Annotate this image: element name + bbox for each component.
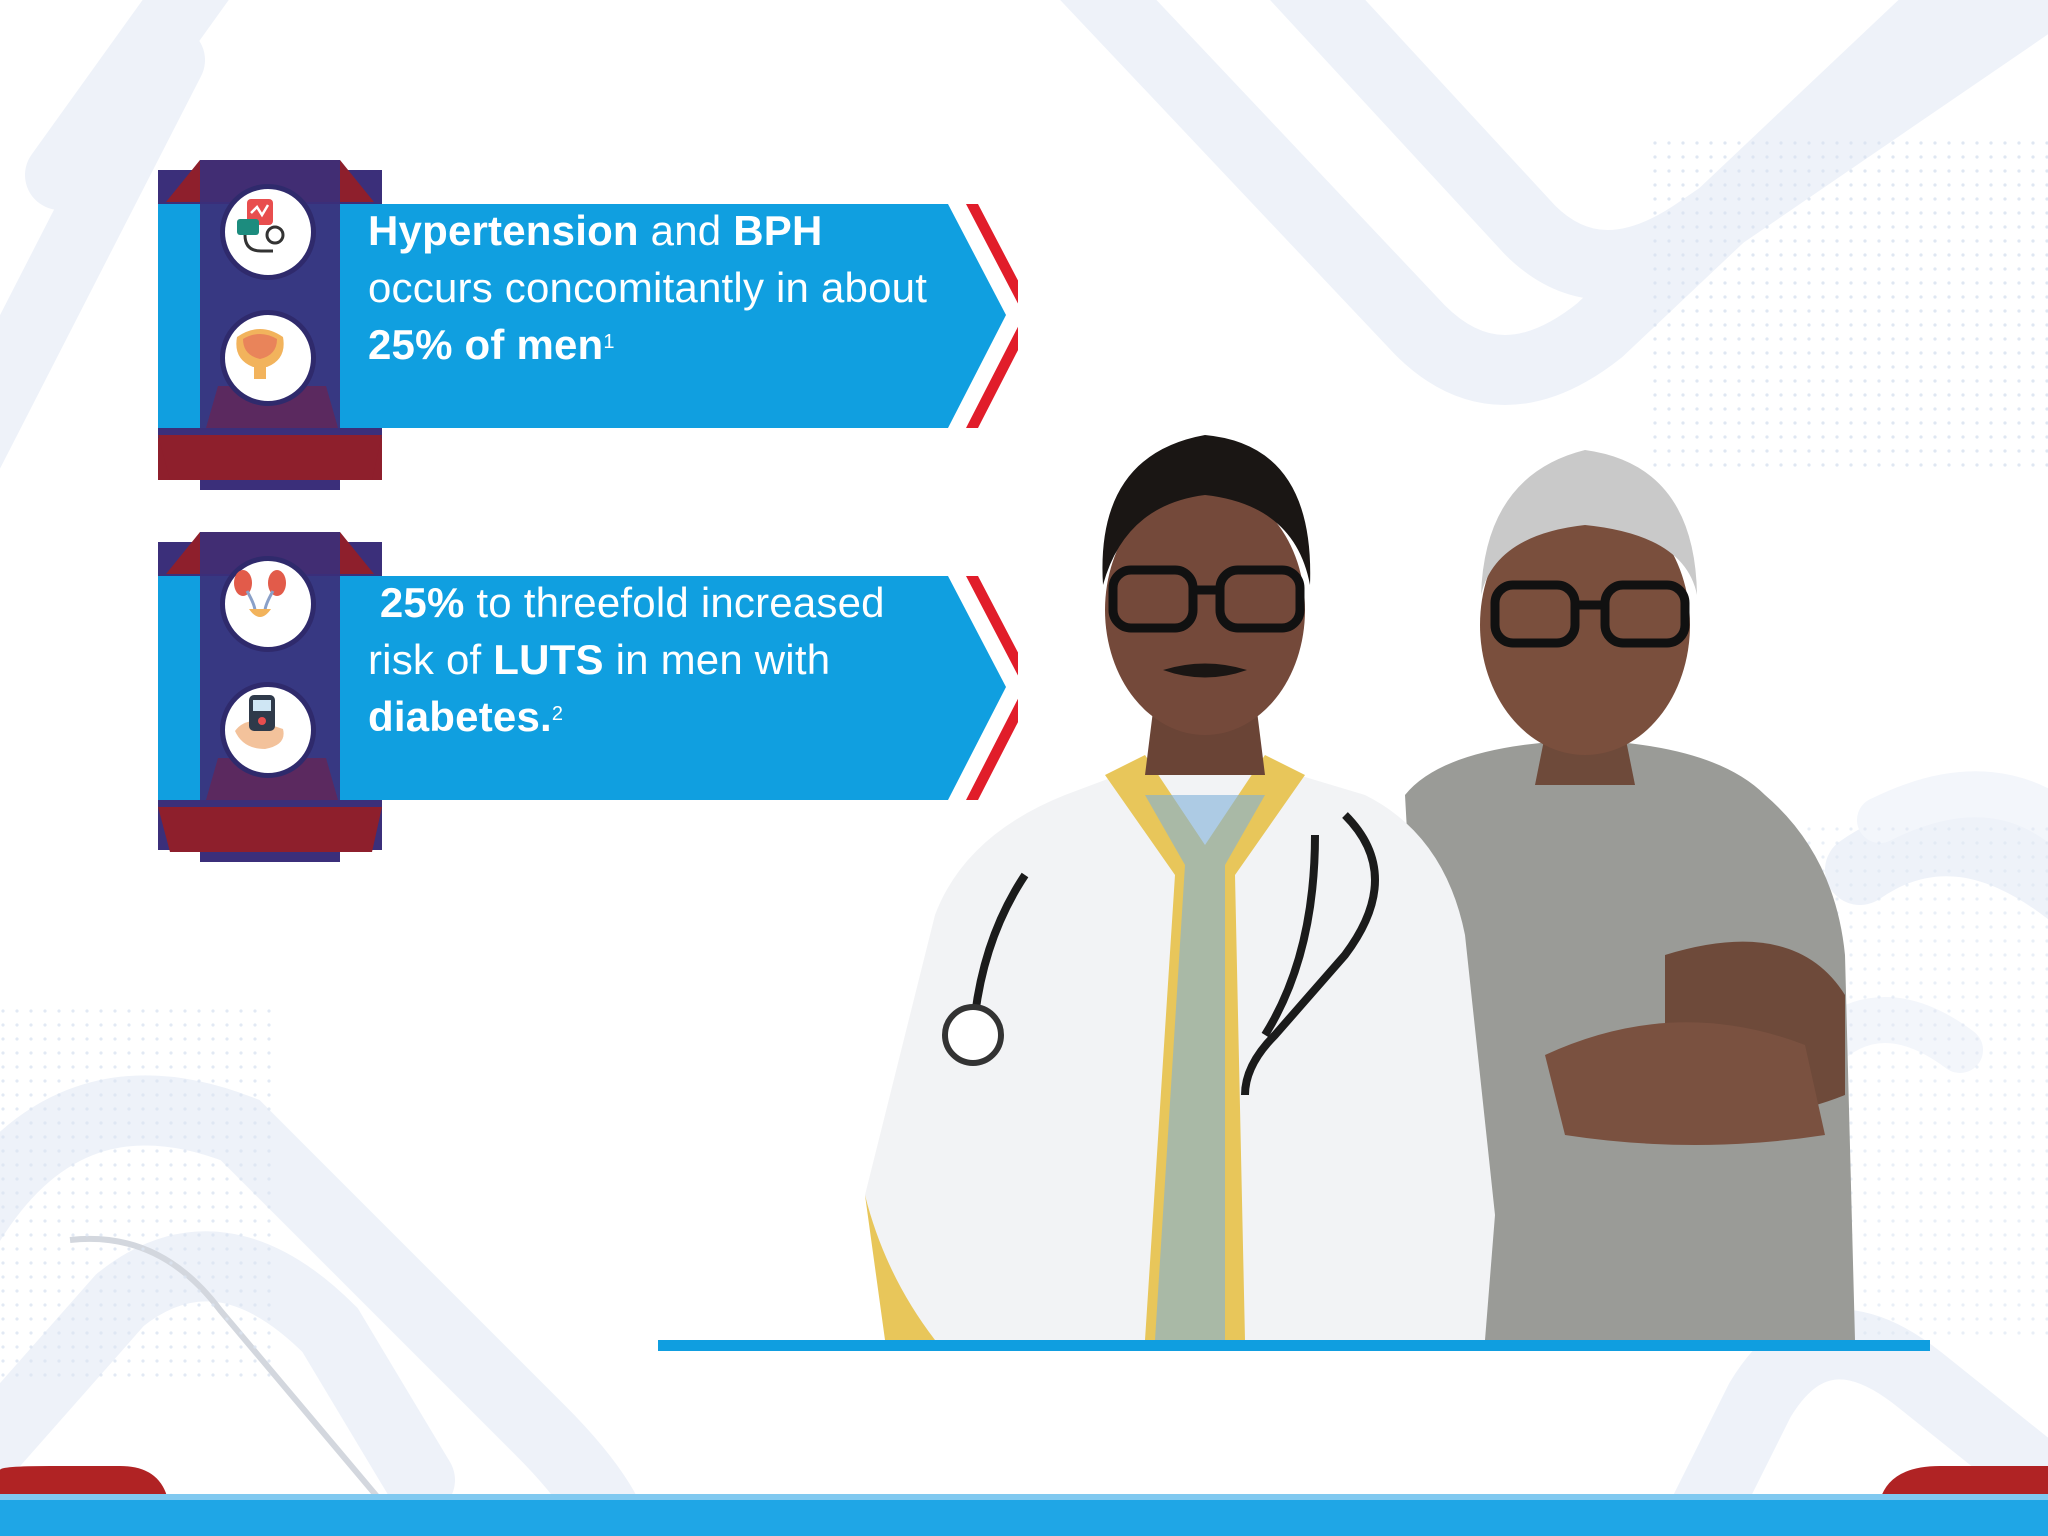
stat-text-part: BPH [733, 207, 823, 254]
stat-text-hypertension: Hypertension and BPH occurs concomitantl… [368, 202, 928, 373]
stat-text-part: in men with [603, 636, 831, 683]
photo-baseline-bar [658, 1340, 1930, 1351]
blood-pressure-icon [220, 184, 316, 280]
stat-text-part: 25% of men [368, 321, 604, 368]
footnote-marker: 2 [551, 703, 564, 725]
stat-text-part: occurs concomitantly in about [368, 264, 928, 311]
stat-text-part: Hypertension [368, 207, 639, 254]
stat-text-part: and [638, 207, 734, 254]
kidneys-urinary-icon [220, 556, 316, 652]
prostate-bladder-icon [220, 310, 316, 406]
stat-banner-hypertension: Hypertension and BPH occurs concomitantl… [158, 160, 1018, 490]
stat-text-part: 25% [368, 579, 465, 626]
doctor-figure [865, 435, 1495, 1340]
footnote-marker: 1 [603, 331, 615, 353]
stat-text-part: diabetes. [368, 693, 552, 740]
glucometer-icon [220, 682, 316, 778]
stat-text-part: LUTS [493, 636, 604, 683]
footer-bar [0, 1500, 2048, 1536]
stat-text-diabetes: 25% to threefold increased risk of LUTS … [368, 574, 928, 745]
photo-doctor-and-patient [865, 435, 1855, 1340]
